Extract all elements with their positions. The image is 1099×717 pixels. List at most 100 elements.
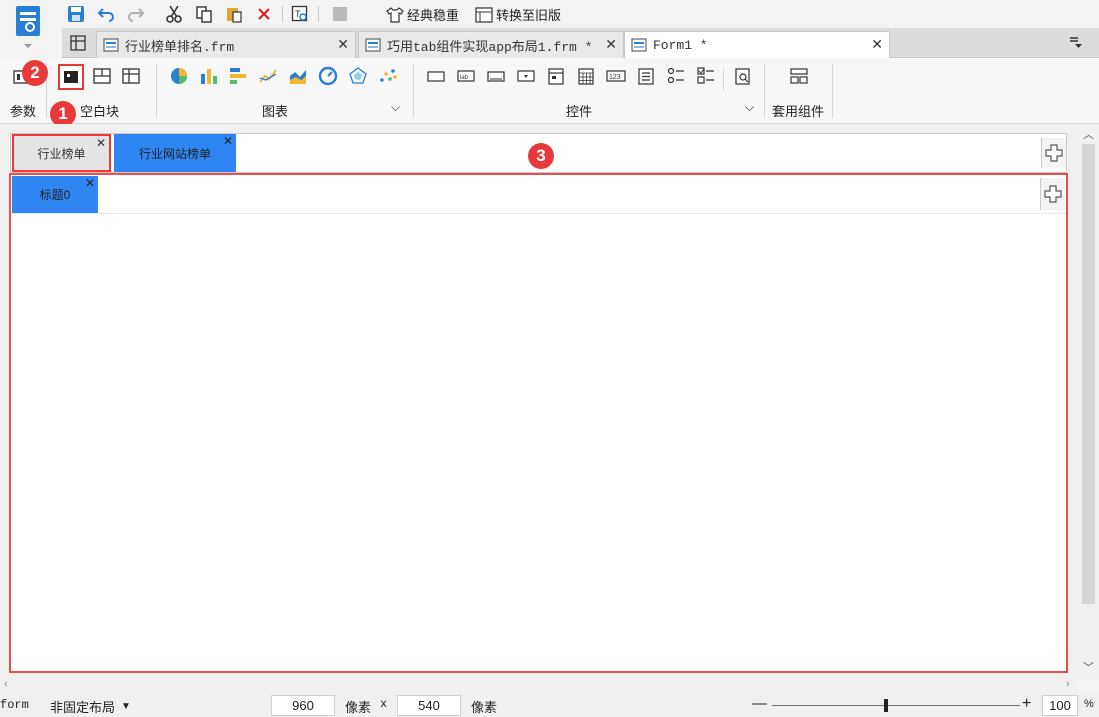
tab-industry-website-ranking[interactable]: 行业网站榜单 ✕ (114, 134, 236, 172)
split-block-icon[interactable] (92, 66, 112, 86)
zoom-slider-handle[interactable] (884, 699, 888, 712)
height-unit-label: 像素 (471, 700, 498, 715)
pie-chart-icon[interactable] (169, 66, 189, 86)
classic-theme-button[interactable]: 经典稳重 (386, 5, 459, 24)
query-button-control-icon[interactable] (733, 66, 753, 86)
close-icon[interactable]: ✕ (96, 136, 106, 150)
grid-menu-icon[interactable] (68, 33, 88, 53)
convert-old-version-label: 转换至旧版 (496, 8, 562, 23)
preview-icon[interactable]: T (290, 4, 310, 24)
tab-list-dropdown-icon[interactable] (1066, 33, 1086, 53)
disabled-tool-icon (330, 4, 350, 24)
chart-group-expand-icon[interactable]: ⌵ (391, 100, 400, 115)
scatter-chart-icon[interactable] (378, 66, 398, 86)
date-control-icon[interactable] (546, 66, 566, 86)
scroll-up-icon[interactable]: ︿ (1083, 126, 1094, 142)
close-icon[interactable]: ✕ (337, 36, 349, 53)
file-tab-bar: 行业榜单排名.frm ✕ 巧用tab组件实现app布局1.frm * ✕ For… (62, 28, 1099, 58)
template-group-label: 套用组件 (772, 104, 825, 119)
checkbox-group-control-icon[interactable] (696, 66, 716, 86)
radar-chart-icon[interactable] (348, 66, 368, 86)
form-file-icon (365, 38, 381, 52)
param-group-label: 参数 (10, 104, 37, 119)
height-input[interactable]: 540 (397, 695, 461, 716)
blank-block-group-label: 空白块 (80, 104, 120, 119)
dropdown-control-icon[interactable] (516, 66, 536, 86)
dropdown-arrow-icon: ▼ (121, 701, 131, 712)
tab-label: 行业网站榜单 (138, 146, 211, 161)
line-chart-icon[interactable] (258, 66, 278, 86)
file-tab-label: 行业榜单排名.frm (125, 39, 235, 55)
shirt-icon (386, 6, 404, 23)
layout-mode-label: 非固定布局 (50, 700, 116, 715)
file-tab-label: 巧用tab组件实现app布局1.frm * (387, 39, 593, 55)
designer-window: T 经典稳重 转换至旧版 行业榜单排名.frm ✕ 巧用tab组件实现app布局… (0, 0, 1099, 717)
zoom-in-icon[interactable]: + (1022, 695, 1031, 713)
width-input[interactable]: 960 (271, 695, 335, 716)
column-chart-icon[interactable] (199, 66, 219, 86)
design-canvas[interactable]: 行业榜单 ✕ 行业网站榜单 ✕ 3 标题0 ✕ (0, 124, 1078, 680)
tab-block-icon[interactable] (121, 66, 141, 86)
calendar-control-icon[interactable] (576, 66, 596, 86)
zoom-slider-track[interactable] (772, 705, 1020, 706)
bar-chart-icon[interactable] (228, 66, 248, 86)
undo-icon[interactable] (96, 4, 116, 24)
close-icon[interactable]: ✕ (871, 36, 883, 53)
cut-icon[interactable] (164, 4, 184, 24)
control-group-expand-icon[interactable]: ⌵ (745, 100, 754, 115)
file-tab-tab-layout[interactable]: 巧用tab组件实现app布局1.frm * ✕ (358, 31, 624, 58)
add-tab-button[interactable] (1041, 138, 1066, 168)
copy-icon[interactable] (194, 4, 214, 24)
plus-icon (1045, 144, 1063, 162)
text-input-control-icon[interactable] (486, 66, 506, 86)
scroll-down-icon[interactable]: ﹀ (1083, 659, 1094, 675)
radio-group-control-icon[interactable] (666, 66, 686, 86)
multiply-label: x (380, 697, 388, 711)
file-tab-label: Form1 * (653, 37, 708, 53)
plus-icon (1044, 185, 1062, 203)
zoom-input[interactable]: 100 (1042, 695, 1078, 716)
gauge-chart-icon[interactable] (318, 66, 338, 86)
scrollbar-thumb[interactable] (1082, 144, 1095, 604)
ribbon: 参数 空白块 图表 ⌵ lab 123 控件 ⌵ 套用组件 (0, 58, 1099, 124)
file-tab-form1[interactable]: Form1 * ✕ (624, 31, 890, 58)
absolute-layout-block-button[interactable] (58, 64, 84, 90)
zoom-out-icon[interactable]: — (752, 695, 767, 712)
scroll-right-icon[interactable]: › (1066, 678, 1070, 690)
tab-content-container[interactable]: 标题0 ✕ (9, 173, 1068, 673)
width-unit-label: 像素 (345, 700, 372, 715)
form-file-icon (103, 38, 119, 52)
delete-icon[interactable] (254, 4, 274, 24)
convert-old-version-button[interactable]: 转换至旧版 (475, 5, 561, 24)
area-chart-icon[interactable] (288, 66, 308, 86)
tab-label: 行业榜单 (37, 146, 86, 161)
save-icon[interactable] (66, 4, 86, 24)
chart-group-label: 图表 (262, 104, 289, 119)
template-component-icon[interactable] (789, 66, 809, 86)
add-inner-tab-button[interactable] (1040, 178, 1065, 210)
app-menu-button[interactable] (10, 4, 46, 52)
label-control-icon[interactable]: lab (456, 66, 476, 86)
svg-text:lab: lab (460, 75, 469, 81)
paste-icon[interactable] (224, 4, 244, 24)
button-control-icon[interactable] (426, 66, 446, 86)
horizontal-scrollbar[interactable]: ‹ › (0, 678, 1078, 694)
app-logo-icon (16, 6, 40, 48)
inner-tab-header: 标题0 ✕ (11, 175, 1066, 214)
convert-icon (475, 6, 493, 23)
number-control-icon[interactable]: 123 (606, 66, 626, 86)
redo-icon[interactable] (126, 4, 146, 24)
close-icon[interactable]: ✕ (223, 134, 233, 148)
inner-tab-title0[interactable]: 标题0 ✕ (12, 176, 98, 213)
tab-industry-ranking[interactable]: 行业榜单 ✕ (12, 134, 111, 172)
control-group-label: 控件 (566, 104, 593, 119)
layout-mode-dropdown[interactable]: 非固定布局 ▼ (50, 697, 131, 716)
close-icon[interactable]: ✕ (605, 36, 617, 53)
form-file-icon (631, 38, 647, 52)
list-control-icon[interactable] (636, 66, 656, 86)
close-icon[interactable]: ✕ (85, 176, 95, 190)
file-tab-ranking[interactable]: 行业榜单排名.frm ✕ (96, 31, 356, 58)
scroll-left-icon[interactable]: ‹ (4, 678, 8, 690)
svg-text:123: 123 (609, 74, 621, 81)
vertical-scrollbar[interactable]: ︿ ﹀ (1078, 124, 1099, 680)
